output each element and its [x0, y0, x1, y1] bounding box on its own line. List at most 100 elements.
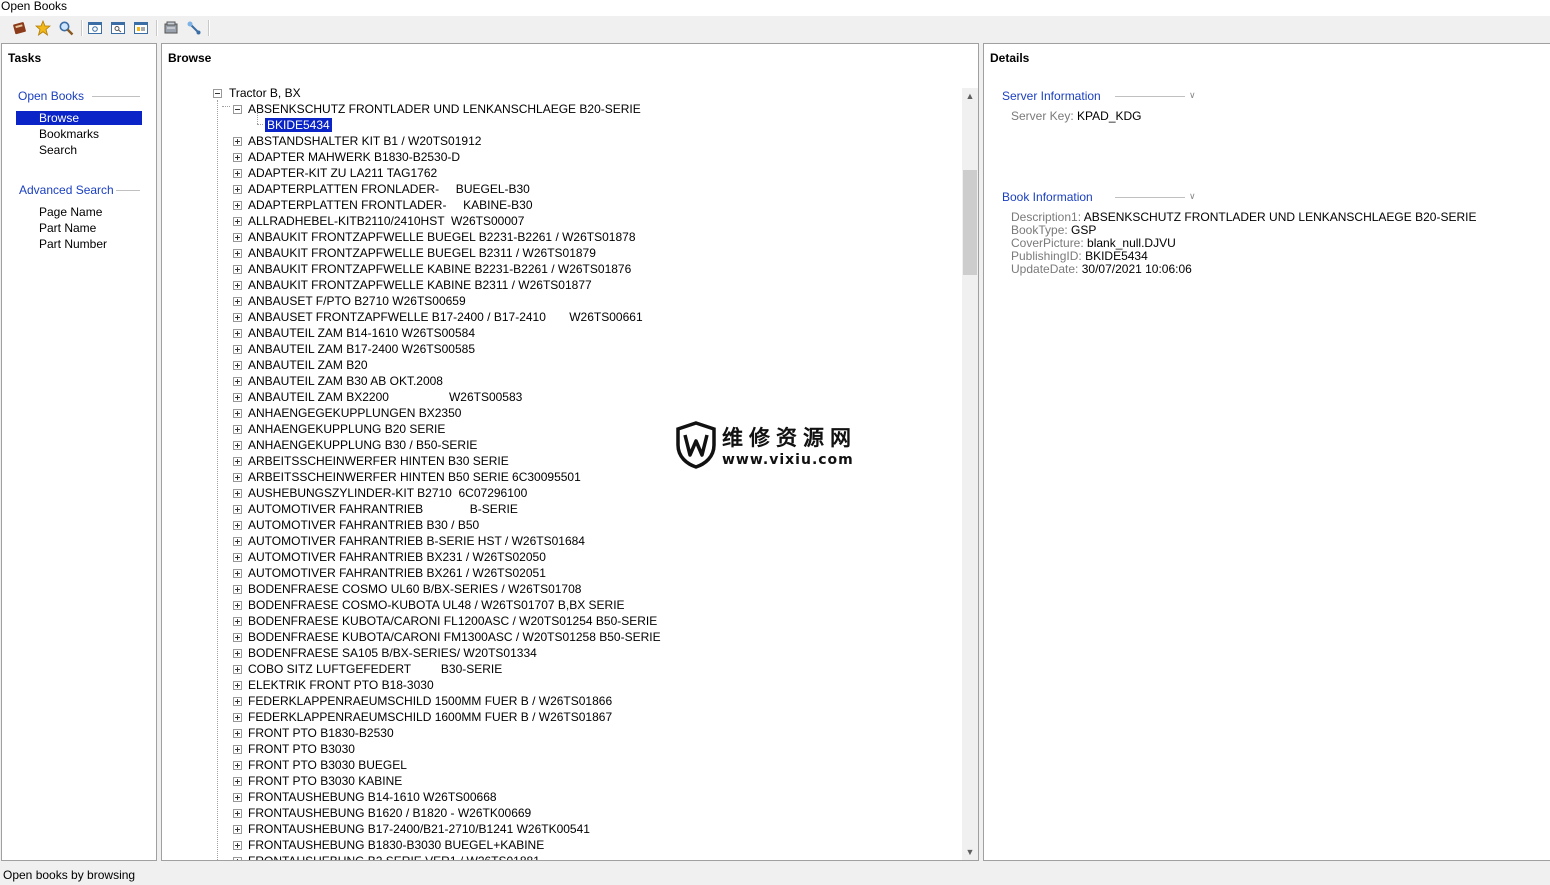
tree-expand-icon[interactable] [233, 745, 242, 754]
scroll-down-icon[interactable]: ▼ [962, 844, 978, 860]
tree-node[interactable]: ANBAUTEIL ZAM B17-2400 W26TS00585 [248, 342, 475, 356]
tree-node[interactable]: BODENFRAESE KUBOTA/CARONI FM1300ASC / W2… [248, 630, 661, 644]
tree-expand-icon[interactable] [233, 793, 242, 802]
tree-node[interactable]: ANHAENGEKUPPLUNG B20 SERIE [248, 422, 445, 436]
tree-expand-icon[interactable] [233, 265, 242, 274]
book-info-header[interactable]: Book Information [1002, 190, 1093, 204]
tree-node[interactable]: ANBAUTEIL ZAM B20 [248, 358, 368, 372]
tree-expand-icon[interactable] [233, 281, 242, 290]
tree-expand-icon[interactable] [233, 217, 242, 226]
tree-expand-icon[interactable] [233, 393, 242, 402]
tree-node[interactable]: ANBAUTEIL ZAM B14-1610 W26TS00584 [248, 326, 475, 340]
tree-expand-icon[interactable] [233, 777, 242, 786]
tree-node[interactable]: AUTOMOTIVER FAHRANTRIEB BX231 / W26TS020… [248, 550, 546, 564]
window-view-icon[interactable] [86, 19, 104, 37]
tree-collapse-icon[interactable] [233, 105, 242, 114]
tree-node[interactable]: ANBAUSET F/PTO B2710 W26TS00659 [248, 294, 466, 308]
tree-node[interactable]: AUTOMOTIVER FAHRANTRIEB B-SERIE HST / W2… [248, 534, 585, 548]
tree-node[interactable]: AUTOMOTIVER FAHRANTRIEB B30 / B50 [248, 518, 479, 532]
tree-expand-icon[interactable] [233, 857, 242, 860]
browse-scrollbar[interactable]: ▲ ▼ [962, 88, 978, 860]
tree-expand-icon[interactable] [233, 425, 242, 434]
book-icon[interactable] [11, 19, 29, 37]
task-part-name[interactable]: Part Name [39, 221, 96, 235]
server-info-header[interactable]: Server Information [1002, 89, 1101, 103]
tree-expand-icon[interactable] [233, 729, 242, 738]
tree-node[interactable]: AUTOMOTIVER FAHRANTRIEB B-SERIE [248, 502, 518, 516]
tree-node[interactable]: ANHAENGEKUPPLUNG B30 / B50-SERIE [248, 438, 477, 452]
tree-expand-icon[interactable] [233, 201, 242, 210]
tree-node[interactable]: AUSHEBUNGSZYLINDER-KIT B2710 6C07296100 [248, 486, 527, 500]
tree-expand-icon[interactable] [233, 665, 242, 674]
tree-expand-icon[interactable] [233, 457, 242, 466]
tree-expand-icon[interactable] [233, 681, 242, 690]
tree-node[interactable]: FRONTAUSHEBUNG B2 SERIE VER1 / W26TS0188… [248, 854, 540, 860]
database-icon[interactable] [162, 19, 180, 37]
tree-node[interactable]: ANHAENGEGEKUPPLUNGEN BX2350 [248, 406, 461, 420]
tree-expand-icon[interactable] [233, 713, 242, 722]
tree-node[interactable]: ANBAUKIT FRONTZAPFWELLE KABINE B2231-B22… [248, 262, 631, 276]
tree-node[interactable]: ANBAUKIT FRONTZAPFWELLE BUEGEL B2311 / W… [248, 246, 596, 260]
tree-node[interactable]: ADAPTER MAHWERK B1830-B2530-D [248, 150, 460, 164]
tree-expand-icon[interactable] [233, 697, 242, 706]
tree-node[interactable]: ADAPTERPLATTEN FRONTLADER- KABINE-B30 [248, 198, 533, 212]
tree-node[interactable]: AUTOMOTIVER FAHRANTRIEB BX261 / W26TS020… [248, 566, 546, 580]
tree-expand-icon[interactable] [233, 505, 242, 514]
tree-expand-icon[interactable] [233, 377, 242, 386]
open-books-group-header[interactable]: Open Books [18, 89, 84, 103]
tree-node[interactable]: FRONT PTO B3030 KABINE [248, 774, 402, 788]
tree-expand-icon[interactable] [233, 617, 242, 626]
tree-node[interactable]: ANBAUKIT FRONTZAPFWELLE KABINE B2311 / W… [248, 278, 592, 292]
tree-node[interactable]: ADAPTER-KIT ZU LA211 TAG1762 [248, 166, 437, 180]
tree-node[interactable]: ABSTANDSHALTER KIT B1 / W20TS01912 [248, 134, 481, 148]
tree-expand-icon[interactable] [233, 825, 242, 834]
tree-node[interactable]: BODENFRAESE SA105 B/BX-SERIES/ W20TS0133… [248, 646, 537, 660]
tree-expand-icon[interactable] [233, 633, 242, 642]
tree-node[interactable]: BODENFRAESE COSMO-KUBOTA UL48 / W26TS017… [248, 598, 625, 612]
tree-node[interactable]: ELEKTRIK FRONT PTO B18-3030 [248, 678, 434, 692]
tree-expand-icon[interactable] [233, 233, 242, 242]
tree-node[interactable]: FRONTAUSHEBUNG B14-1610 W26TS00668 [248, 790, 497, 804]
magnifier-icon[interactable] [57, 19, 75, 37]
tree-node[interactable]: ADAPTERPLATTEN FRONLADER- BUEGEL-B30 [248, 182, 530, 196]
task-page-name[interactable]: Page Name [39, 205, 102, 219]
task-search[interactable]: Search [39, 143, 77, 157]
tree-node[interactable]: FRONTAUSHEBUNG B1830-B3030 BUEGEL+KABINE [248, 838, 544, 852]
tree-expand-icon[interactable] [233, 649, 242, 658]
tree-expand-icon[interactable] [233, 521, 242, 530]
selected-leaf-label[interactable]: BKIDE5434 [264, 117, 333, 133]
tree-expand-icon[interactable] [233, 441, 242, 450]
chevron-down-icon[interactable]: ∨ [1189, 90, 1196, 101]
tree-collapse-icon[interactable] [213, 89, 222, 98]
tree-node[interactable]: ANBAUTEIL ZAM BX2200 W26TS00583 [248, 390, 522, 404]
task-browse[interactable]: Browse [16, 111, 142, 125]
tree-node[interactable]: FEDERKLAPPENRAEUMSCHILD 1500MM FUER B / … [248, 694, 612, 708]
tree-expand-icon[interactable] [233, 489, 242, 498]
tree-node[interactable]: FRONTAUSHEBUNG B17-2400/B21-2710/B1241 W… [248, 822, 590, 836]
chevron-down-icon[interactable]: ∨ [1189, 191, 1196, 202]
tree-expand-icon[interactable] [233, 841, 242, 850]
tree-expand-icon[interactable] [233, 809, 242, 818]
tree-expand-icon[interactable] [233, 169, 242, 178]
scroll-up-icon[interactable]: ▲ [962, 88, 978, 104]
tree-expand-icon[interactable] [233, 329, 242, 338]
tree-node[interactable]: COBO SITZ LUFTGEFEDERT B30-SERIE [248, 662, 502, 676]
advanced-search-group-header[interactable]: Advanced Search [19, 183, 114, 197]
scroll-thumb[interactable] [963, 170, 977, 275]
window-zoom-icon[interactable] [109, 19, 127, 37]
tree-expanded-node[interactable]: ABSENKSCHUTZ FRONTLADER UND LENKANSCHLAE… [248, 102, 641, 116]
tree-expand-icon[interactable] [233, 137, 242, 146]
tree-expand-icon[interactable] [233, 297, 242, 306]
tree-node[interactable]: ANBAUTEIL ZAM B30 AB OKT.2008 [248, 374, 443, 388]
tree-node[interactable]: FRONT PTO B3030 [248, 742, 355, 756]
tree-expand-icon[interactable] [233, 361, 242, 370]
tree-node[interactable]: BODENFRAESE KUBOTA/CARONI FL1200ASC / W2… [248, 614, 657, 628]
tree-expand-icon[interactable] [233, 345, 242, 354]
tree-expand-icon[interactable] [233, 761, 242, 770]
tree-selected-leaf[interactable]: BKIDE5434 [264, 117, 333, 133]
tree-expand-icon[interactable] [233, 185, 242, 194]
task-bookmarks[interactable]: Bookmarks [39, 127, 99, 141]
window-list-icon[interactable] [132, 19, 150, 37]
book-tree[interactable]: Tractor B, BX ABSENKSCHUTZ FRONTLADER UN… [162, 80, 961, 860]
tree-expand-icon[interactable] [233, 537, 242, 546]
